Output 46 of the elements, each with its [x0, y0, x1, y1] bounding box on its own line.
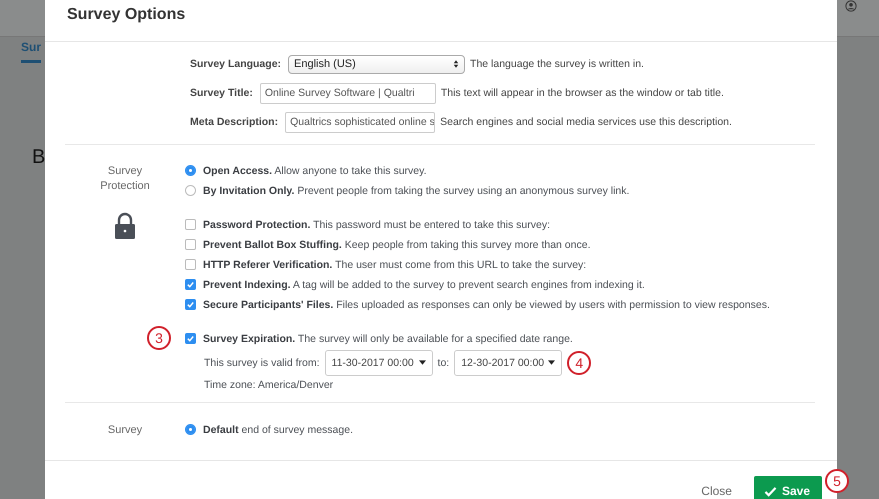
option-text: Survey Expiration. The survey will only be available for a specified date range.: [203, 332, 573, 346]
language-select[interactable]: English (US): [288, 54, 466, 74]
checkbox[interactable]: [185, 258, 196, 270]
checkbox[interactable]: [185, 298, 196, 310]
field-label: Survey Language:: [190, 58, 282, 70]
callout-number: 3: [147, 326, 171, 350]
caret-icon: [548, 360, 556, 366]
option-text: HTTP Referer Verification. The user must come from this URL to take the survey:: [203, 258, 586, 272]
help-text: This text will appear in the browser as the window or tab title.: [440, 87, 724, 100]
input-field[interactable]: Online Survey Software | Qualtri: [260, 82, 436, 104]
caret-icon: [418, 360, 426, 366]
radio-button[interactable]: [185, 184, 196, 196]
radio-button[interactable]: [185, 164, 196, 176]
time-zone-text: Time zone: America/Denver: [203, 378, 334, 391]
callout-number: 4: [567, 350, 592, 375]
date-dropdown[interactable]: 11-30-2017 00:00: [324, 350, 433, 376]
field-label: Survey Title:: [190, 87, 253, 100]
help-text: The language the survey is written in.: [470, 58, 644, 70]
close-button[interactable]: Close: [701, 476, 732, 499]
option-text: Password Protection. This password must be entered to take this survey:: [203, 218, 550, 232]
option-text: Secure Participants' Files. Files uploaded as responses can only be viewed by users with permission to view responses.: [203, 298, 770, 312]
radio-button[interactable]: [185, 424, 196, 435]
page-heading: B: [32, 146, 46, 169]
input-field[interactable]: Qualtrics sophisticated online s: [285, 112, 436, 133]
checkbox[interactable]: [185, 278, 196, 290]
section-label: Survey Protection: [99, 164, 151, 194]
help-text: Search engines and social media services use this description.: [440, 116, 732, 128]
date-label: to:: [438, 356, 450, 369]
option-text: By Invitation Only. Prevent people from taking the survey using an anonymous survey link.: [203, 184, 630, 198]
field-label: Meta Description:: [190, 116, 278, 128]
checkbox[interactable]: [185, 332, 196, 344]
option-text: Default end of survey message.: [203, 422, 353, 437]
checkbox[interactable]: [185, 218, 196, 230]
dialog-title: Survey Options: [67, 6, 186, 26]
lock-icon: [114, 212, 136, 240]
checkbox[interactable]: [185, 238, 196, 250]
save-button[interactable]: Save: [754, 476, 822, 499]
date-dropdown[interactable]: 12-30-2017 00:00: [454, 350, 562, 376]
sort-arrows-icon: [453, 59, 460, 70]
option-text: Prevent Ballot Box Stuffing. Keep people from taking this survey more than once.: [203, 238, 590, 252]
option-text: Open Access. Allow anyone to take this survey.: [203, 164, 427, 178]
date-label: This survey is valid from:: [204, 356, 320, 369]
checkmark-icon: [764, 486, 777, 496]
callout-number: 5: [825, 469, 849, 493]
section-label: Survey: [106, 422, 144, 438]
option-text: Prevent Indexing. A tag will be added to the survey to prevent search engines from indexing it.: [203, 278, 645, 292]
